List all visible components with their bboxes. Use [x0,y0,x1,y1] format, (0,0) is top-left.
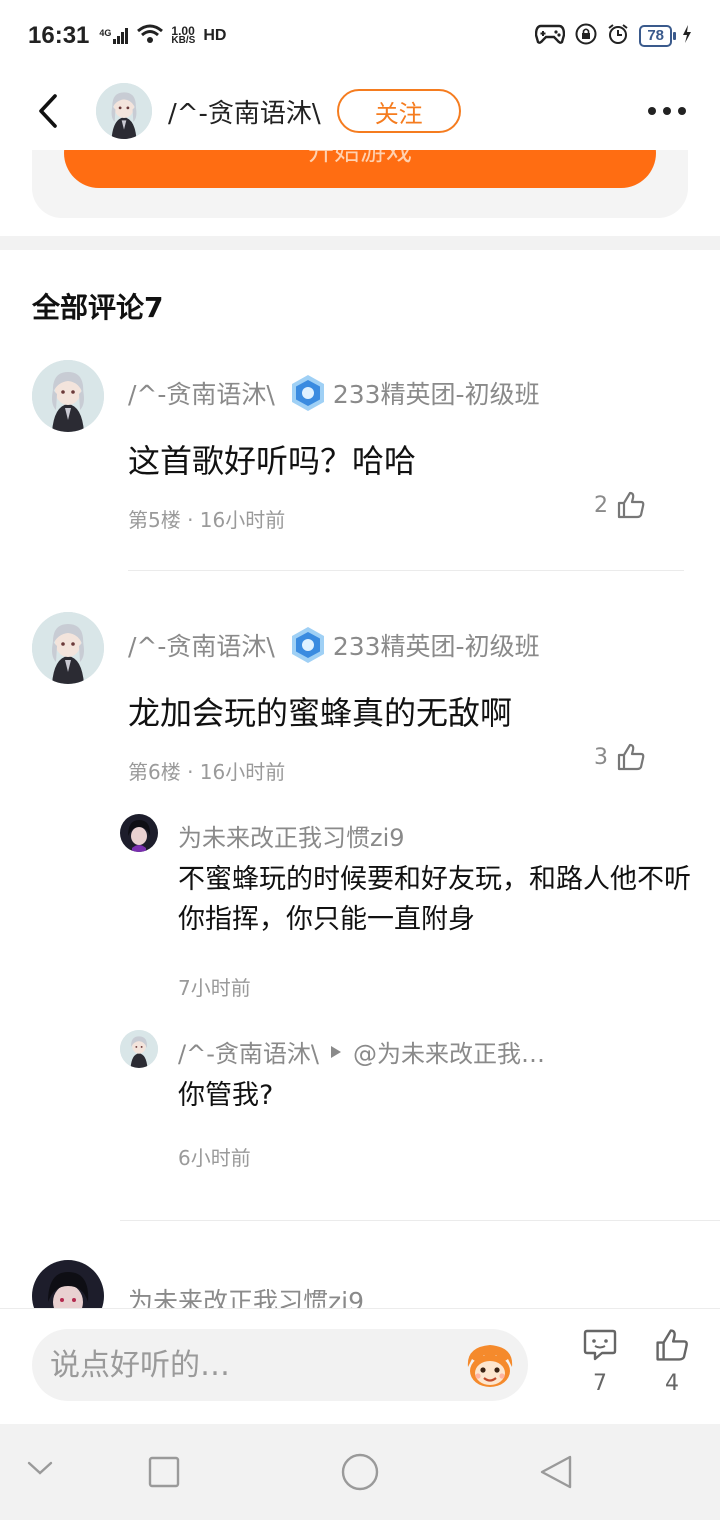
system-nav-bar [0,1424,720,1520]
status-time: 16:31 [28,22,90,49]
comment-meta: /^-贪南语沐\ 233精英团-初级班 [128,374,540,412]
comment-text: 这首歌好听吗？哈哈 [128,442,417,480]
comment-count: 7 [593,1371,607,1396]
wifi-icon [137,24,164,49]
comment-like-button[interactable]: 2 [594,490,646,520]
comment-like-count: 2 [594,492,608,518]
more-dot [678,107,686,115]
follow-button[interactable]: 关注 [336,89,461,133]
comment-floor-time: 第6楼 · 16小时前 [128,760,286,784]
gamepad-icon [535,23,566,50]
reply-to-target[interactable]: @为未来改正我… [353,1034,545,1069]
reply-meta: 为未来改正我习惯zi9 [178,818,405,853]
back-button[interactable] [30,93,66,129]
comment-rank: 233精英团-初级班 [332,632,540,661]
comment-like-count: 3 [594,744,608,770]
comment-meta: /^-贪南语沐\ 233精英团-初级班 [128,626,540,664]
comment-author[interactable]: 为未来改正我习惯zi9 [128,1282,364,1308]
alarm-icon [607,23,629,50]
comment-avatar[interactable] [32,360,104,432]
top-header: /^-贪南语沐\ 关注 [0,72,720,150]
more-dot [663,107,671,115]
rank-badge-icon [291,375,324,411]
comment-text: 龙加会玩的蜜蜂真的无敌啊 [128,694,513,732]
comment-input[interactable] [32,1329,528,1401]
bottom-input-bar: 7 4 [0,1308,720,1424]
monkey-mascot-icon [467,1345,513,1387]
like-count-button[interactable]: 4 [642,1327,702,1396]
comment-bubble-icon [583,1329,617,1361]
nav-recents-button[interactable] [148,1456,180,1492]
nav-back-button[interactable] [538,1454,574,1494]
thumbs-up-icon [656,1329,688,1361]
anime-girl-avatar-icon [32,360,104,432]
comment-rank: 233精英团-初级班 [332,380,540,409]
net-speed: 1.00 KB/S [171,25,196,46]
anime-girl-avatar-icon [120,1030,158,1068]
rank-badge-icon [291,627,324,663]
comments-title: 全部评论7 [32,291,164,324]
comment-avatar[interactable] [32,612,104,684]
square-icon [148,1456,180,1488]
comment-item: 为未来改正我习惯zi9 [0,1260,720,1308]
dark-hair-avatar-icon [120,814,158,852]
author-avatar[interactable] [96,83,152,139]
header-username[interactable]: /^-贪南语沐\ [168,93,321,130]
reply-text: 你管我? [178,1080,274,1111]
circle-icon [341,1453,379,1491]
comment-divider [128,570,684,571]
reply-time: 7小时前 [178,976,251,1000]
comment-author[interactable]: /^-贪南语沐\ [128,375,275,411]
comment-count-button[interactable]: 7 [570,1327,630,1396]
chevron-left-icon [39,94,57,128]
charging-icon [682,24,692,48]
signal-icon: 4G [99,28,129,44]
comment-item: /^-贪南语沐\ 233精英团-初级班 这首歌好听吗？哈哈 第5楼 · 16小时… [0,360,720,572]
follow-label: 关注 [374,99,423,128]
comment-author[interactable]: /^-贪南语沐\ [128,627,275,663]
reply-item: 为未来改正我习惯zi9 不蜜蜂玩的时候要和好友玩，和路人他不听你指挥，你只能一直… [120,814,720,1004]
status-bar: 16:31 4G 1.00 KB/S HD 78 [0,0,720,72]
nav-home-button[interactable] [340,1452,380,1496]
reply-time: 6小时前 [178,1146,251,1170]
comment-divider [120,1220,720,1221]
anime-girl-avatar-icon [32,612,104,684]
triangle-back-icon [540,1455,572,1489]
lock-rotation-icon [575,23,597,50]
battery-indicator: 78 [639,25,676,47]
play-arrow-icon [330,1045,341,1058]
reply-author[interactable]: 为未来改正我习惯zi9 [178,818,405,853]
network-type: 4G [99,28,112,38]
hd-badge: HD [203,27,227,44]
reply-avatar[interactable] [120,814,158,852]
section-divider [0,236,720,250]
comment-avatar[interactable] [32,1260,104,1308]
comment-item: /^-贪南语沐\ 233精英团-初级班 龙加会玩的蜜蜂真的无敌啊 第6楼 · 1… [0,612,720,1212]
more-options-button[interactable] [644,99,690,123]
reply-text: 不蜜蜂玩的时候要和好友玩，和路人他不听你指挥，你只能一直附身 [178,864,691,935]
thumbs-up-icon [617,743,645,771]
comment-like-button[interactable]: 3 [594,742,646,772]
anime-girl-avatar-icon [96,83,152,139]
dark-hair-avatar-icon [32,1260,104,1308]
nav-collapse-button[interactable] [26,1458,54,1482]
status-left-icons: 4G 1.00 KB/S HD [99,24,226,49]
comment-meta: 为未来改正我习惯zi9 [128,1282,364,1308]
like-count: 4 [665,1371,679,1396]
reply-meta: /^-贪南语沐\ @为未来改正我… [178,1034,545,1069]
net-speed-unit: KB/S [171,35,196,46]
reply-item: /^-贪南语沐\ @为未来改正我… 你管我? 6小时前 [120,1030,720,1190]
comment-floor-time: 第5楼 · 16小时前 [128,508,286,532]
mascot-emoji-button[interactable] [462,1337,518,1393]
chevron-down-icon [27,1461,53,1475]
reply-avatar[interactable] [120,1030,158,1068]
more-dot [648,107,656,115]
status-right-icons: 78 [535,23,692,50]
reply-author[interactable]: /^-贪南语沐\ [178,1034,319,1069]
thumbs-up-icon [617,491,645,519]
